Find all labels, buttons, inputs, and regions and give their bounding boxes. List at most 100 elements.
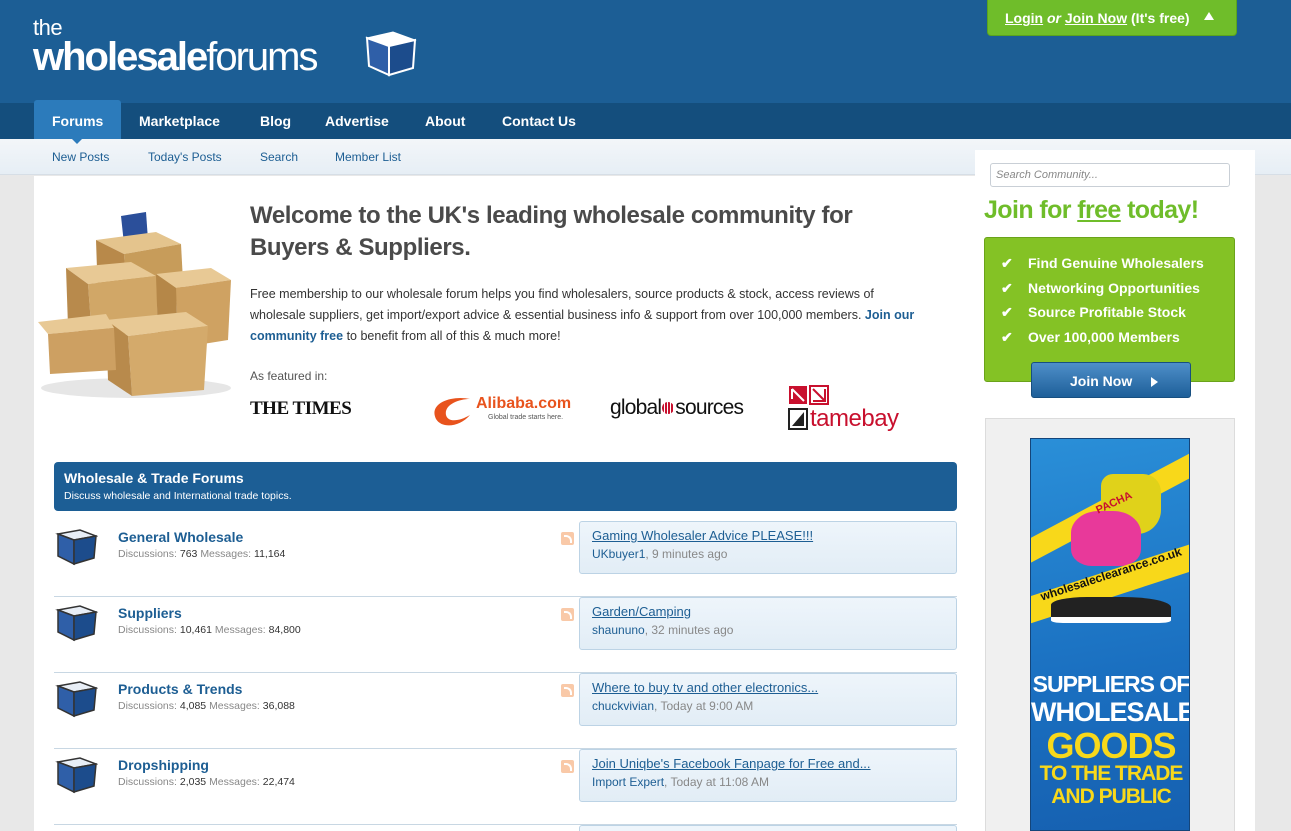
featured-label: As featured in: [250, 369, 328, 383]
ad-line: AND PUBLIC [1051, 785, 1172, 808]
join-now-button[interactable]: Join Now [1031, 362, 1191, 398]
ad-line: GOODS [1046, 725, 1176, 766]
last-thread-link[interactable]: Gaming Wholesaler Advice PLEASE!!! [592, 528, 944, 543]
last-post-meta: Import Expert, Today at 11:08 AM [592, 775, 944, 789]
last-thread-link[interactable]: Garden/Camping [592, 604, 944, 619]
alibaba-swoosh-icon [434, 397, 470, 426]
tab-marketplace[interactable]: Marketplace [139, 103, 220, 139]
global-sources-logo: global sources [610, 396, 744, 420]
last-post-user[interactable]: UKbuyer1 [592, 547, 645, 561]
intro-text: Free membership to our wholesale forum h… [250, 287, 874, 322]
forum-stats: Discussions: 10,461 Messages: 84,800 [118, 624, 301, 636]
collapse-arrow-icon[interactable] [1204, 12, 1214, 20]
active-tab-pointer [72, 139, 82, 144]
forum-name[interactable]: Products & Trends [118, 681, 242, 697]
join-title-a: Join for [984, 196, 1071, 224]
subnav-todays-posts[interactable]: Today's Posts [148, 150, 222, 164]
last-post-meta: UKbuyer1, 9 minutes ago [592, 547, 944, 561]
last-post-time: , Today at 9:00 AM [654, 699, 754, 713]
wholesale-clearance-ad[interactable]: wholesaleclearance.co.uk PACHA SUPPLIERS… [1030, 438, 1190, 831]
last-post-time: , 32 minutes ago [644, 623, 734, 637]
tamebay-logo: tamebay [788, 385, 899, 436]
join-benefits-panel: ✔ Find Genuine Wholesalers ✔ Networking Op… [984, 237, 1235, 382]
tab-blog[interactable]: Blog [260, 103, 291, 139]
login-link[interactable]: Login [1005, 10, 1043, 26]
tamebay-word: tamebay [810, 405, 899, 432]
last-post-box: Gaming Wholesaler Advice PLEASE!!! UKbuy… [579, 521, 957, 574]
subnav-member-list[interactable]: Member List [335, 150, 401, 164]
alibaba-logo: Alibaba.com Global trade starts here. [430, 393, 571, 432]
rss-icon[interactable] [561, 608, 574, 621]
forum-cube-icon [55, 529, 98, 566]
last-post-meta: shaununo, 32 minutes ago [592, 623, 944, 637]
subnav-new-posts[interactable]: New Posts [52, 150, 109, 164]
benefit-item: ✔ Find Genuine Wholesalers [1001, 255, 1204, 272]
logo-light: forums [206, 35, 318, 79]
search-input[interactable]: Search Community... [990, 163, 1230, 187]
forum-name[interactable]: Suppliers [118, 605, 182, 621]
check-icon: ✔ [1001, 280, 1013, 296]
ad-line: WHOLESALE [1031, 697, 1190, 727]
messages-label: Messages: [209, 700, 260, 712]
last-post-user[interactable]: chuckvivian [592, 699, 654, 713]
shoe-image [1051, 597, 1171, 623]
last-post-user[interactable]: shaununo [592, 623, 645, 637]
join-title-b: today! [1127, 196, 1199, 224]
rss-icon[interactable] [561, 532, 574, 545]
forum-section-title[interactable]: Wholesale & Trade Forums [64, 470, 947, 486]
rss-icon[interactable] [561, 760, 574, 773]
site-logo[interactable]: the wholesaleforums [33, 17, 318, 79]
benefit-item: ✔ Source Profitable Stock [1001, 304, 1186, 321]
subnav-search[interactable]: Search [260, 150, 298, 164]
forum-name[interactable]: General Wholesale [118, 529, 243, 545]
globe-icon [662, 402, 675, 415]
last-post-meta: chuckvivian, Today at 9:00 AM [592, 699, 944, 713]
rss-icon[interactable] [561, 684, 574, 697]
join-now-label: Join Now [1070, 373, 1133, 389]
benefit-item: ✔ Networking Opportunities [1001, 280, 1200, 297]
forum-row: Suppliers Discussions: 10,461 Messages: … [54, 597, 957, 673]
messages-label: Messages: [214, 624, 266, 636]
logo-bold: wholesale [33, 35, 208, 79]
forum-row: General Wholesale Discussions: 763 Messa… [54, 521, 957, 597]
benefit-label: Source Profitable Stock [1028, 304, 1186, 320]
last-post-time: , Today at 11:08 AM [664, 775, 769, 789]
messages-count: 11,164 [254, 548, 286, 560]
discussions-label: Discussions: [118, 776, 177, 788]
discussions-label: Discussions: [118, 624, 177, 636]
last-post-box: Where to buy tv and other electronics...… [579, 673, 957, 726]
tab-contact-us[interactable]: Contact Us [502, 103, 576, 139]
benefit-label: Over 100,000 Members [1028, 329, 1180, 345]
check-icon: ✔ [1001, 255, 1013, 271]
forum-name[interactable]: Dropshipping [118, 757, 209, 773]
hat-image [1071, 511, 1141, 566]
messages-count: 84,800 [268, 624, 301, 636]
last-thread-link[interactable]: Join Uniqbe's Facebook Fanpage for Free … [592, 756, 944, 771]
last-thread-link[interactable]: Where to buy tv and other electronics... [592, 680, 944, 695]
messages-count: 36,088 [262, 700, 295, 712]
login-or: or [1047, 10, 1061, 26]
discussions-count: 2,035 [179, 776, 207, 788]
forum-stats: Discussions: 4,085 Messages: 36,088 [118, 700, 295, 712]
last-post-user[interactable]: Import Expert [592, 775, 664, 789]
join-now-link[interactable]: Join Now [1065, 10, 1127, 26]
join-title: Join for free today! [984, 196, 1199, 225]
messages-label: Messages: [209, 776, 260, 788]
login-bar: Login or Join Now (It's free) [987, 0, 1237, 36]
join-title-free[interactable]: free [1077, 196, 1121, 224]
discussions-label: Discussions: [118, 548, 177, 560]
tab-forums[interactable]: Forums [34, 100, 121, 139]
messages-label: Messages: [200, 548, 252, 560]
forum-section-description: Discuss wholesale and International trad… [64, 490, 292, 502]
join-free-note: (It's free) [1131, 10, 1190, 26]
welcome-heading: Welcome to the UK's leading wholesale co… [250, 202, 853, 261]
forum-cube-icon [55, 757, 98, 794]
forum-cube-icon [55, 605, 98, 642]
messages-count: 22,474 [262, 776, 295, 788]
benefit-label: Find Genuine Wholesalers [1028, 255, 1204, 271]
check-icon: ✔ [1001, 304, 1013, 320]
tab-advertise[interactable]: Advertise [325, 103, 389, 139]
cardboard-boxes-image [38, 212, 231, 398]
play-arrow-icon [1151, 377, 1158, 387]
tab-about[interactable]: About [425, 103, 465, 139]
